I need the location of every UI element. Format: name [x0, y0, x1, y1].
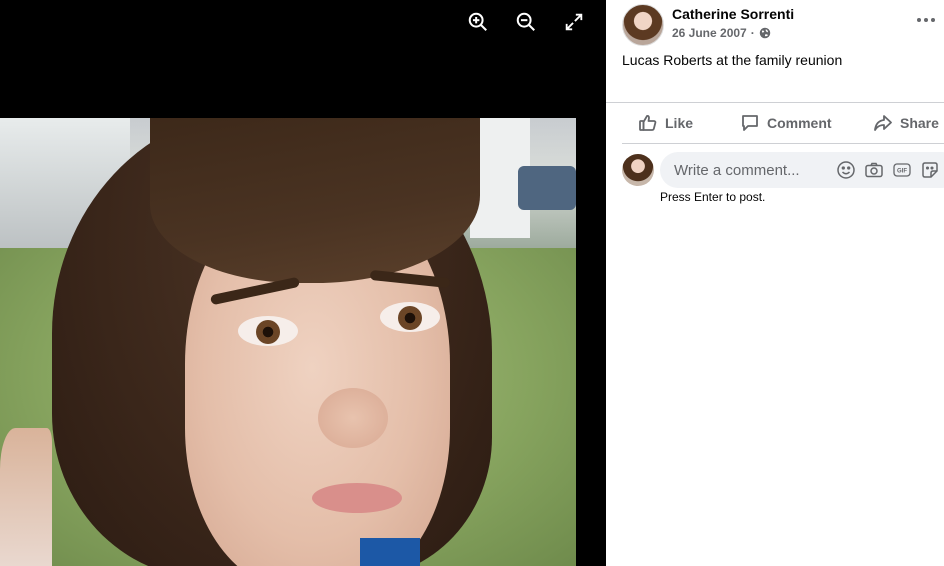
- author-avatar[interactable]: [622, 4, 664, 46]
- comment-composer: GIF: [622, 152, 944, 188]
- gif-icon[interactable]: GIF: [892, 160, 912, 180]
- post-sidebar: Catherine Sorrenti 26 June 2007 · Lucas …: [606, 0, 944, 566]
- like-button[interactable]: Like: [638, 113, 693, 133]
- subject-nose: [318, 388, 388, 448]
- comment-input[interactable]: [672, 160, 836, 180]
- right-eye: [380, 302, 440, 332]
- post-actions: Like Comment Share: [606, 106, 944, 140]
- zoom-in-button[interactable]: [466, 10, 490, 34]
- dot: [931, 18, 935, 22]
- share-label: Share: [900, 115, 939, 131]
- divider-top: [606, 102, 944, 103]
- more-options-button[interactable]: [912, 10, 940, 30]
- comment-icon: [742, 115, 758, 131]
- emoji-icon[interactable]: [836, 160, 856, 180]
- globe-icon[interactable]: [759, 27, 771, 39]
- zoom-in-icon: [468, 12, 487, 31]
- svg-text:GIF: GIF: [897, 169, 907, 175]
- background-hand: [0, 428, 52, 566]
- background-car: [518, 166, 576, 210]
- subject-shirt: [360, 538, 420, 566]
- zoom-out-button[interactable]: [514, 10, 538, 34]
- post-header: Catherine Sorrenti 26 June 2007 ·: [622, 4, 794, 46]
- camera-icon[interactable]: [864, 160, 884, 180]
- author-name[interactable]: Catherine Sorrenti: [672, 6, 794, 22]
- like-label: Like: [665, 115, 694, 131]
- post-meta: 26 June 2007 ·: [672, 26, 794, 40]
- post-date[interactable]: 26 June 2007: [672, 26, 747, 40]
- zoom-out-icon: [516, 12, 535, 31]
- share-button[interactable]: Share: [873, 113, 939, 133]
- sticker-icon[interactable]: [920, 160, 940, 180]
- comment-hint: Press Enter to post.: [660, 190, 766, 204]
- comment-icons: GIF: [836, 160, 940, 180]
- share-icon: [874, 115, 892, 131]
- current-user-avatar[interactable]: [622, 154, 654, 186]
- post-caption: Lucas Roberts at the family reunion: [622, 52, 843, 68]
- thumbs-up-icon: [639, 115, 657, 131]
- dot: [917, 18, 921, 22]
- post-photo[interactable]: [0, 118, 576, 566]
- meta-separator: ·: [750, 26, 755, 40]
- comment-label: Comment: [767, 115, 832, 131]
- dot: [924, 18, 928, 22]
- comment-box[interactable]: GIF: [660, 152, 944, 188]
- subject-mouth: [312, 483, 402, 513]
- viewer-toolbar: [466, 10, 586, 34]
- divider-bottom: [622, 143, 944, 144]
- photo-viewer: [0, 0, 606, 566]
- author-block: Catherine Sorrenti 26 June 2007 ·: [672, 6, 794, 40]
- fullscreen-icon: [565, 13, 583, 31]
- comment-button[interactable]: Comment: [740, 113, 832, 133]
- left-eye: [238, 316, 298, 346]
- fullscreen-button[interactable]: [562, 10, 586, 34]
